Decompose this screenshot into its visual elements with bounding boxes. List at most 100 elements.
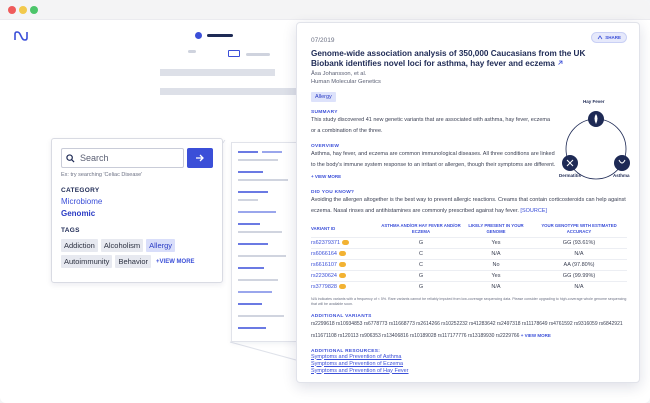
table-cell: Yes bbox=[461, 237, 531, 249]
table-cell: GG (99.99%) bbox=[531, 270, 627, 282]
header-conditions: ASTHMA AND/OR HAY FEVER AND/OR ECZEMA bbox=[381, 223, 461, 234]
variant-id[interactable]: rs2230624 bbox=[311, 273, 337, 279]
preview-line bbox=[238, 279, 278, 281]
variant-id-cell[interactable]: rs2230624 bbox=[311, 270, 381, 282]
table-cell: Yes bbox=[461, 270, 531, 282]
snp-icon bbox=[342, 240, 350, 246]
table-row: rs6066164 C N/A N/A bbox=[311, 248, 627, 260]
table-row: rs62379371 G Yes GG (93.61%) bbox=[311, 237, 627, 249]
close-window-button[interactable] bbox=[8, 6, 16, 14]
nav-indicator-icon bbox=[195, 32, 202, 39]
venn-label-dermatitis: Dermatitis bbox=[559, 173, 582, 178]
preview-line bbox=[238, 191, 268, 193]
nav-placeholder bbox=[207, 34, 233, 37]
preview-line bbox=[238, 151, 258, 153]
tag-list: Addiction Alcoholism Allergy Autoimmunit… bbox=[61, 239, 213, 268]
preview-line bbox=[238, 243, 268, 245]
tag-behavior[interactable]: Behavior bbox=[115, 255, 152, 268]
variants-view-more-link[interactable]: + VIEW MORE bbox=[521, 333, 551, 338]
variant-id-cell[interactable]: rs6066164 bbox=[311, 248, 381, 260]
variant-table-header: VARIANT ID ASTHMA AND/OR HAY FEVER AND/O… bbox=[311, 223, 627, 238]
table-cell: N/A bbox=[461, 281, 531, 293]
header-genotype: YOUR GENOTYPE WITH ESTIMATED ACCURACY bbox=[541, 223, 617, 234]
external-link-icon[interactable] bbox=[557, 60, 563, 66]
search-input[interactable]: Search bbox=[61, 148, 184, 168]
preview-line bbox=[238, 315, 284, 317]
article-date: 07/2019 bbox=[311, 37, 335, 44]
table-cell: G bbox=[381, 281, 461, 293]
category-header: CATEGORY bbox=[61, 187, 100, 194]
nav-tab-icon[interactable] bbox=[228, 50, 240, 57]
preview-line bbox=[238, 231, 282, 233]
source-link[interactable]: [SOURCE] bbox=[520, 208, 547, 214]
overview-text: Asthma, hay fever, and eczema are common… bbox=[311, 149, 556, 183]
tags-header: TAGS bbox=[61, 227, 80, 234]
preview-line bbox=[238, 179, 288, 181]
venn-label-hay-fever: Hay Fever bbox=[583, 99, 605, 104]
table-cell: G bbox=[381, 237, 461, 249]
snp-icon bbox=[339, 262, 346, 268]
article-title[interactable]: Genome-wide association analysis of 350,… bbox=[311, 49, 611, 69]
tag-allergy[interactable]: Allergy bbox=[146, 239, 176, 252]
table-cell: G bbox=[381, 270, 461, 282]
variant-id[interactable]: rs3779828 bbox=[311, 284, 337, 290]
resource-link-asthma[interactable]: Symptoms and Prevention of Asthma bbox=[311, 354, 625, 361]
search-placeholder: Search bbox=[80, 153, 109, 163]
overview-view-more-link[interactable]: + VIEW MORE bbox=[311, 174, 341, 179]
search-filter-panel: Search Ex: try searching 'Celiac Disease… bbox=[51, 138, 223, 283]
category-microbiome[interactable]: Microbiome bbox=[61, 197, 213, 206]
maximize-window-button[interactable] bbox=[30, 6, 38, 14]
table-row: rs2230624 G Yes GG (99.99%) bbox=[311, 270, 627, 282]
table-footnote: N/A indicates variants with a frequency … bbox=[311, 296, 627, 306]
resource-link-eczema[interactable]: Symptoms and Prevention of Eczema bbox=[311, 361, 625, 368]
preview-line bbox=[238, 291, 272, 293]
variant-id-cell[interactable]: rs6616107 bbox=[311, 259, 381, 271]
variant-id[interactable]: rs6066164 bbox=[311, 251, 337, 257]
arrow-right-icon bbox=[196, 154, 204, 162]
tag-addiction[interactable]: Addiction bbox=[61, 239, 98, 252]
view-more-tags-link[interactable]: +VIEW MORE bbox=[156, 259, 195, 265]
result-list-preview bbox=[231, 142, 297, 342]
article-title-text: Genome-wide association analysis of 350,… bbox=[311, 49, 586, 68]
table-cell: C bbox=[381, 259, 461, 271]
table-cell: C bbox=[381, 248, 461, 260]
additional-variants-text[interactable]: rs2299618 rs10934853 rs6778773 rs1166877… bbox=[311, 321, 623, 339]
search-icon bbox=[66, 153, 75, 163]
minimize-window-button[interactable] bbox=[19, 6, 27, 14]
header-likely-present: LIKELY PRESENT IN YOUR GENOME bbox=[468, 223, 524, 234]
table-row: rs3779828 G N/A N/A bbox=[311, 281, 627, 293]
preview-line bbox=[238, 171, 263, 173]
variant-id[interactable]: rs6616107 bbox=[311, 262, 337, 268]
search-hint: Ex: try searching 'Celiac Disease' bbox=[61, 172, 143, 178]
tag-alcoholism[interactable]: Alcoholism bbox=[100, 239, 144, 252]
nav-placeholder bbox=[188, 50, 196, 53]
tag-autoimmunity[interactable]: Autoimmunity bbox=[61, 255, 113, 268]
preview-line bbox=[238, 303, 262, 305]
condition-venn-diagram: Hay Fever Dermatitis Asthma bbox=[559, 99, 631, 189]
variant-table: VARIANT ID ASTHMA AND/OR HAY FEVER AND/O… bbox=[311, 223, 627, 293]
preview-line bbox=[238, 327, 266, 329]
additional-variants-list: rs2299618 rs10934853 rs6778773 rs1166877… bbox=[311, 319, 627, 342]
background-placeholder bbox=[160, 69, 275, 76]
category-genomic[interactable]: Genomic bbox=[61, 209, 213, 218]
variant-id[interactable]: rs62379371 bbox=[311, 240, 340, 246]
preview-line bbox=[238, 255, 286, 257]
nav-placeholder bbox=[246, 53, 270, 56]
window-titlebar bbox=[0, 0, 650, 20]
article-authors: Åsa Johansson, et al. bbox=[311, 71, 367, 77]
did-you-know-text: Avoiding the allergen altogether is the … bbox=[311, 195, 627, 217]
snp-icon bbox=[339, 284, 346, 290]
table-cell: N/A bbox=[461, 248, 531, 260]
preview-line bbox=[238, 267, 264, 269]
resource-link-hay-fever[interactable]: Symptoms and Prevention of Hay Fever bbox=[311, 368, 625, 375]
share-button[interactable]: SHARE bbox=[591, 32, 627, 43]
header-variant-id: VARIANT ID bbox=[311, 225, 336, 231]
preview-line bbox=[238, 211, 276, 213]
variant-id-cell[interactable]: rs62379371 bbox=[311, 237, 381, 249]
table-cell: No bbox=[461, 259, 531, 271]
variant-id-cell[interactable]: rs3779828 bbox=[311, 281, 381, 293]
snp-icon bbox=[339, 273, 346, 279]
brand-logo-icon[interactable] bbox=[14, 31, 28, 41]
search-submit-button[interactable] bbox=[187, 148, 213, 168]
category-badge[interactable]: Allergy bbox=[311, 92, 336, 102]
